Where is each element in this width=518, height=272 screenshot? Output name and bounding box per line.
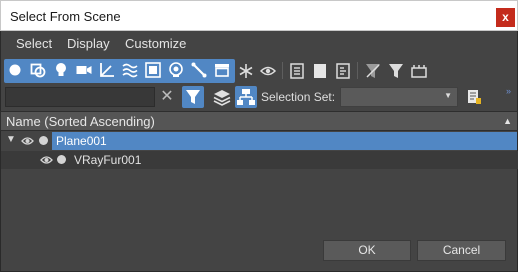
selected-row-highlight: [52, 132, 517, 150]
object-type-dot-icon: [57, 155, 66, 164]
select-none-icon[interactable]: [311, 62, 329, 80]
filter-icon[interactable]: [387, 62, 405, 80]
helpers-icon[interactable]: [98, 61, 116, 79]
tree-item-name: VRayFur001: [74, 153, 142, 167]
toolbar-separator: [357, 62, 358, 79]
xrefs-icon[interactable]: [167, 61, 185, 79]
frozen-snowflake-icon[interactable]: [237, 62, 255, 80]
clear-search-icon[interactable]: ✕: [159, 87, 175, 107]
tree-item-name: Plane001: [56, 134, 107, 148]
visibility-eye-icon[interactable]: [21, 135, 34, 147]
sort-ascending-icon: ▲: [503, 116, 512, 126]
close-button[interactable]: x: [496, 8, 515, 27]
menu-select[interactable]: Select: [16, 36, 52, 51]
select-all-icon[interactable]: [288, 62, 306, 80]
filter-toggle-button[interactable]: [182, 86, 204, 108]
search-input[interactable]: [5, 87, 155, 107]
search-toolbar: ✕ Selection Set: ▼ »: [0, 86, 518, 111]
cancel-button[interactable]: Cancel: [417, 240, 506, 261]
layers-icon[interactable]: [212, 87, 232, 107]
filter-off-icon[interactable]: [364, 62, 382, 80]
expand-toolbar-icon[interactable]: »: [506, 86, 511, 96]
menu-display[interactable]: Display: [67, 36, 110, 51]
geometry-icon[interactable]: [6, 61, 24, 79]
window-title: Select From Scene: [10, 9, 121, 24]
groups-icon[interactable]: [144, 61, 162, 79]
toolbar-separator: [282, 62, 283, 79]
dialog-footer: OK Cancel: [0, 233, 518, 272]
object-type-dot-icon: [39, 136, 48, 145]
chevron-down-icon: ▼: [444, 91, 452, 100]
visibility-eye-icon[interactable]: [40, 154, 53, 166]
ok-button[interactable]: OK: [323, 240, 411, 261]
presets-icon[interactable]: [410, 62, 428, 80]
hidden-eye-icon[interactable]: [259, 62, 277, 80]
list-header[interactable]: Name (Sorted Ascending) ▲: [0, 111, 518, 131]
object-type-toolbar: [0, 55, 518, 86]
bones-icon[interactable]: [190, 61, 208, 79]
title-bar: Select From Scene x: [0, 0, 518, 31]
selection-set-label: Selection Set:: [261, 90, 336, 104]
name-column-header[interactable]: Name (Sorted Ascending): [6, 114, 155, 129]
cameras-icon[interactable]: [75, 61, 93, 79]
expand-triangle-icon[interactable]: ▼: [6, 134, 16, 145]
tree-row[interactable]: ▼ Plane001: [1, 132, 518, 150]
lights-icon[interactable]: [52, 61, 70, 79]
menu-bar: Select Display Customize: [0, 31, 518, 55]
tree-row[interactable]: VRayFur001: [1, 151, 518, 169]
shapes-icon[interactable]: [29, 61, 47, 79]
hierarchy-icon[interactable]: [235, 86, 257, 108]
select-invert-icon[interactable]: [334, 62, 352, 80]
menu-customize[interactable]: Customize: [125, 36, 186, 51]
edit-selection-set-icon[interactable]: [465, 88, 483, 106]
containers-icon[interactable]: [213, 61, 231, 79]
selection-set-dropdown[interactable]: ▼: [340, 87, 458, 107]
spacewarps-icon[interactable]: [121, 61, 139, 79]
scene-tree: ▼ Plane001 VRayFur001: [0, 131, 518, 233]
